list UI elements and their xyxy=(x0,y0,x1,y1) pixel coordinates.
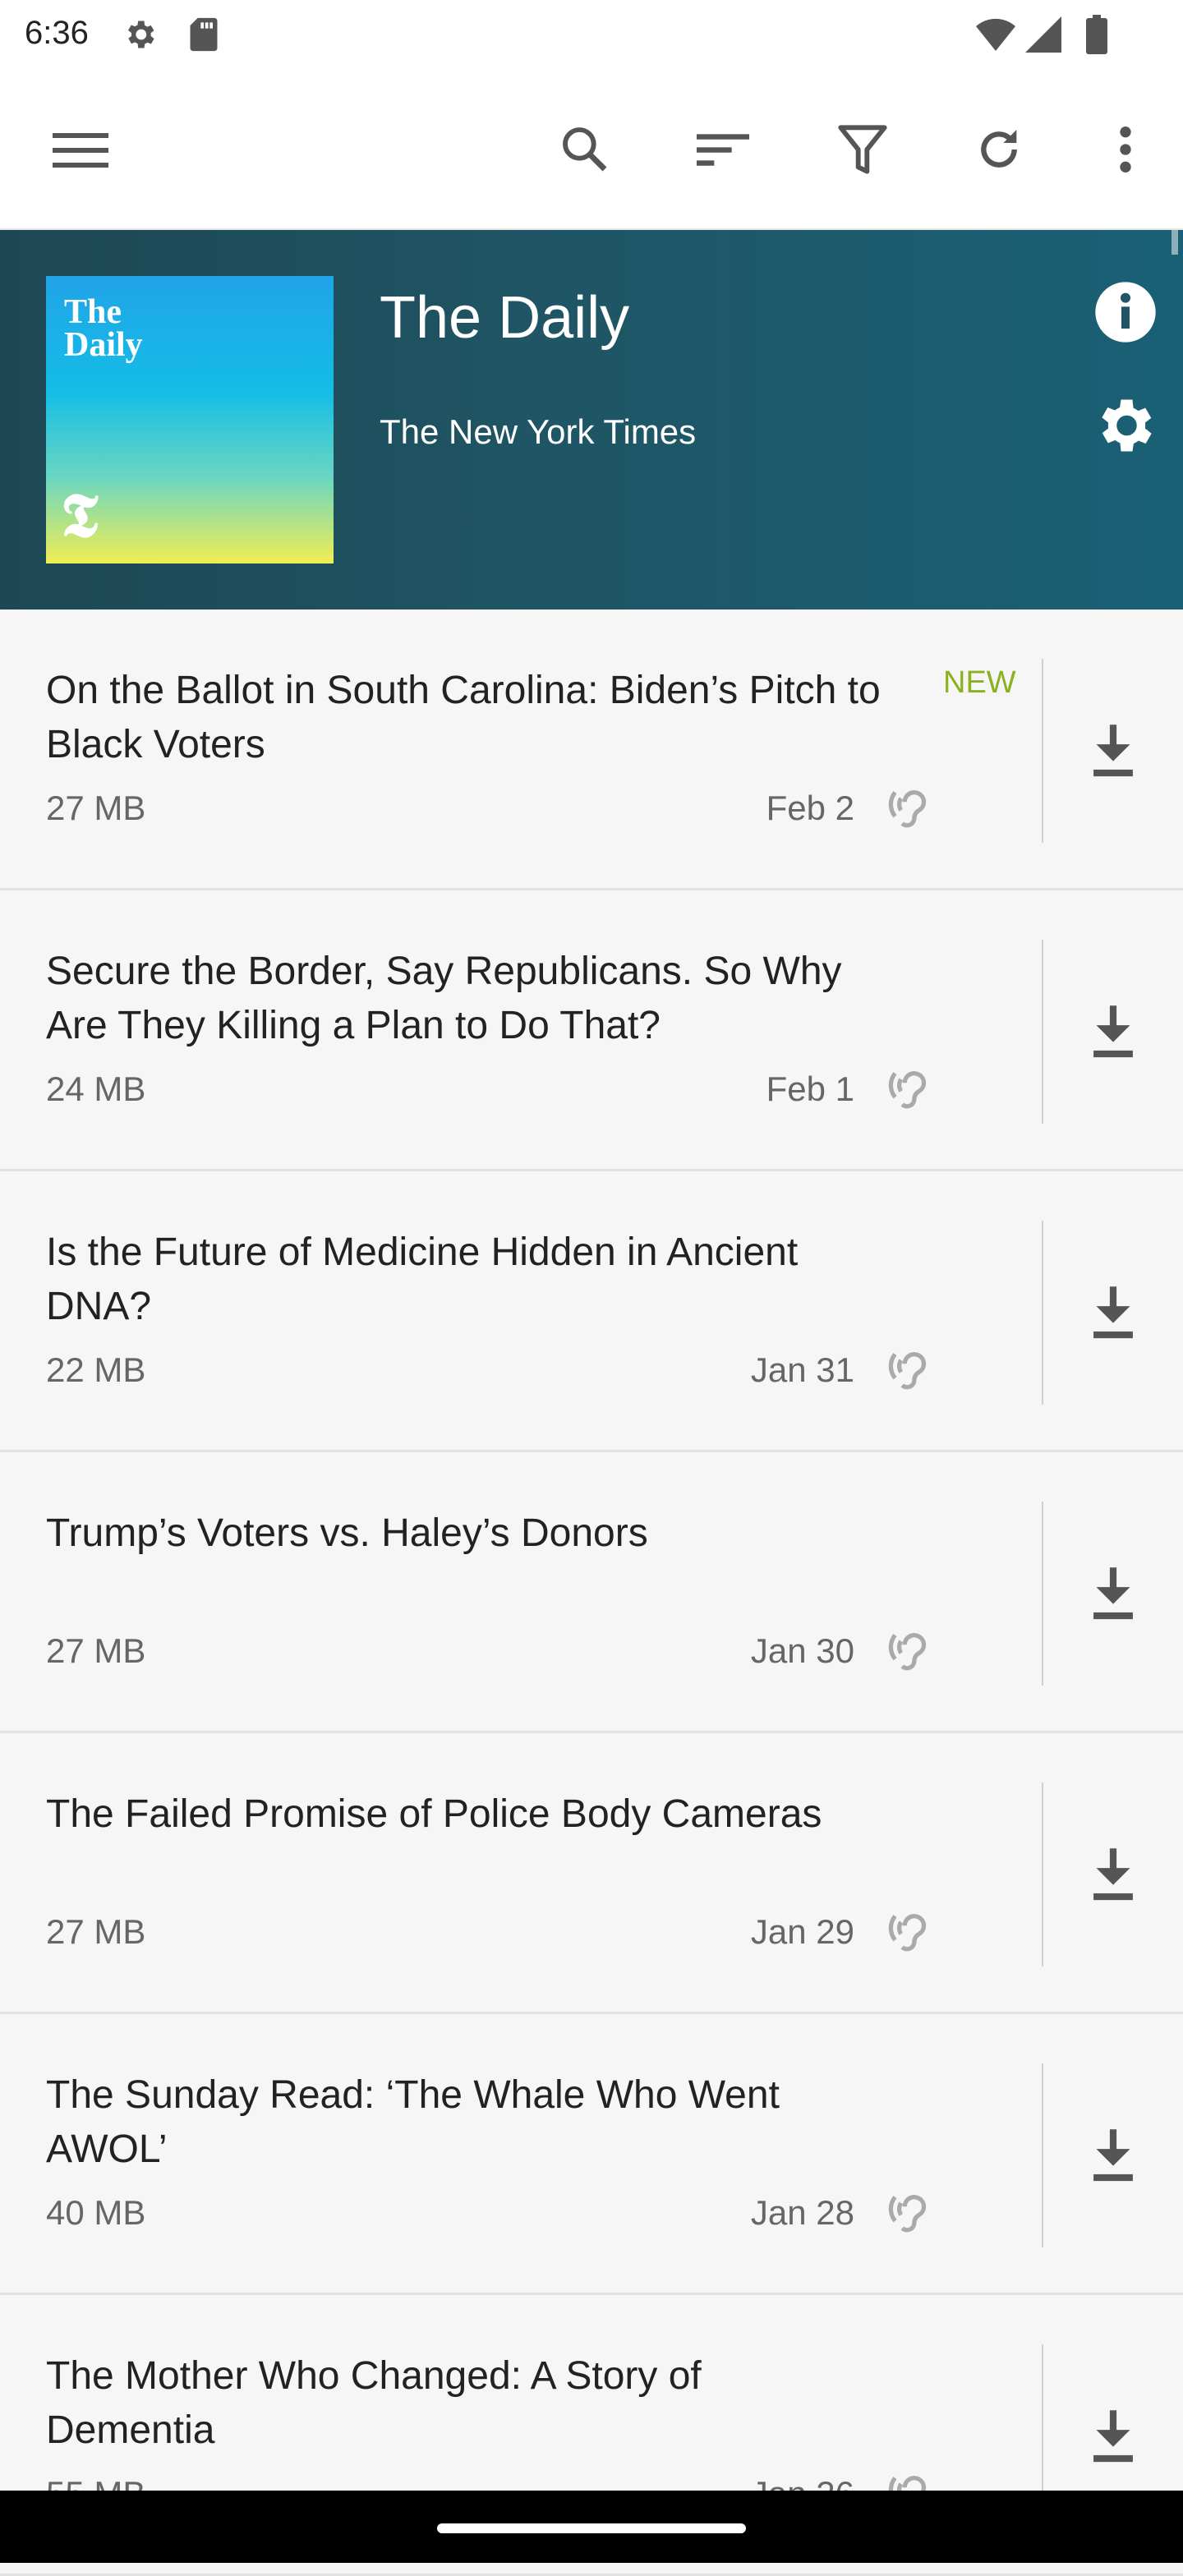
row-divider xyxy=(1042,1782,1043,1966)
settings-gear-icon xyxy=(122,16,158,57)
hearing-icon xyxy=(881,1904,938,1962)
episode-list: On the Ballot in South Carolina: Biden’s… xyxy=(0,610,1183,2576)
battery-icon xyxy=(1086,15,1107,58)
episode-size: 27 MB xyxy=(46,1631,146,1670)
episode-title: The Sunday Read: ‘The Whale Who Went AWO… xyxy=(46,2073,780,2171)
download-icon[interactable] xyxy=(1079,2402,1147,2469)
menu-icon[interactable] xyxy=(44,113,117,186)
download-icon[interactable] xyxy=(1079,997,1147,1065)
wifi-icon xyxy=(976,16,1015,57)
hearing-icon xyxy=(881,1061,938,1119)
row-divider xyxy=(1042,2063,1043,2247)
download-icon[interactable] xyxy=(1079,2121,1147,2188)
row-divider xyxy=(1042,1502,1043,1686)
podcast-cover-art[interactable]: The Daily 𝕿 xyxy=(46,276,334,564)
podcast-header: The Daily 𝕿 The Daily The New York Times xyxy=(0,230,1183,610)
nyt-logo-icon: 𝕿 xyxy=(61,483,99,550)
more-options-icon[interactable] xyxy=(1089,113,1162,186)
episode-title: Trump’s Voters vs. Haley’s Donors xyxy=(46,1511,648,1555)
podcast-title: The Daily xyxy=(380,285,630,351)
hearing-icon xyxy=(881,780,938,838)
episode-row[interactable]: Secure the Border, Say Republicans. So W… xyxy=(0,890,1183,1171)
scrollbar-thumb[interactable] xyxy=(1171,230,1178,255)
episode-title: Is the Future of Medicine Hidden in Anci… xyxy=(46,1230,799,1328)
episode-size: 22 MB xyxy=(46,1350,146,1389)
download-icon[interactable] xyxy=(1079,1278,1147,1346)
sd-card-icon xyxy=(187,16,220,57)
download-icon[interactable] xyxy=(1079,1559,1147,1626)
download-icon[interactable] xyxy=(1079,1840,1147,1907)
cell-signal-icon xyxy=(1025,16,1061,57)
episode-size: 40 MB xyxy=(46,2193,146,2232)
episode-title: On the Ballot in South Carolina: Biden’s… xyxy=(46,669,881,766)
episode-date: Jan 31 xyxy=(750,1350,854,1389)
row-divider xyxy=(1042,659,1043,843)
search-icon[interactable] xyxy=(549,113,621,186)
cover-title-text: The Daily xyxy=(64,293,143,364)
episode-size: 24 MB xyxy=(46,1070,146,1108)
home-gesture-handle[interactable] xyxy=(437,2523,746,2533)
episode-row[interactable]: Is the Future of Medicine Hidden in Anci… xyxy=(0,1171,1183,1452)
sort-icon[interactable] xyxy=(687,113,759,186)
download-icon[interactable] xyxy=(1079,716,1147,784)
info-icon[interactable] xyxy=(1093,279,1158,345)
episode-row[interactable]: Trump’s Voters vs. Haley’s Donors 27 MB … xyxy=(0,1452,1183,1733)
refresh-icon[interactable] xyxy=(963,113,1035,186)
hearing-icon xyxy=(881,1342,938,1400)
episode-title: The Failed Promise of Police Body Camera… xyxy=(46,1792,822,1836)
episode-date: Feb 1 xyxy=(766,1070,854,1108)
episode-title: The Mother Who Changed: A Story of Demen… xyxy=(46,2354,702,2452)
episode-size: 27 MB xyxy=(46,1912,146,1951)
filter-icon[interactable] xyxy=(826,113,899,186)
status-bar: 6:36 xyxy=(0,0,1183,69)
podcast-author: The New York Times xyxy=(380,412,697,451)
podcast-settings-icon[interactable] xyxy=(1089,391,1158,460)
hearing-icon xyxy=(881,2185,938,2242)
system-nav-bar xyxy=(0,2491,1183,2563)
new-badge: NEW xyxy=(943,665,1016,700)
row-divider xyxy=(1042,940,1043,1124)
hearing-icon xyxy=(881,1623,938,1681)
episode-date: Jan 28 xyxy=(750,2193,854,2232)
episode-row[interactable]: The Sunday Read: ‘The Whale Who Went AWO… xyxy=(0,2014,1183,2295)
episode-title: Secure the Border, Say Republicans. So W… xyxy=(46,950,842,1047)
episode-size: 27 MB xyxy=(46,789,146,827)
app-toolbar xyxy=(0,69,1183,230)
status-time: 6:36 xyxy=(25,15,89,51)
episode-date: Feb 2 xyxy=(766,789,854,827)
episode-row[interactable]: The Failed Promise of Police Body Camera… xyxy=(0,1733,1183,2014)
episode-date: Jan 29 xyxy=(750,1912,854,1951)
row-divider xyxy=(1042,1221,1043,1405)
episode-date: Jan 30 xyxy=(750,1631,854,1670)
episode-row[interactable]: On the Ballot in South Carolina: Biden’s… xyxy=(0,610,1183,890)
